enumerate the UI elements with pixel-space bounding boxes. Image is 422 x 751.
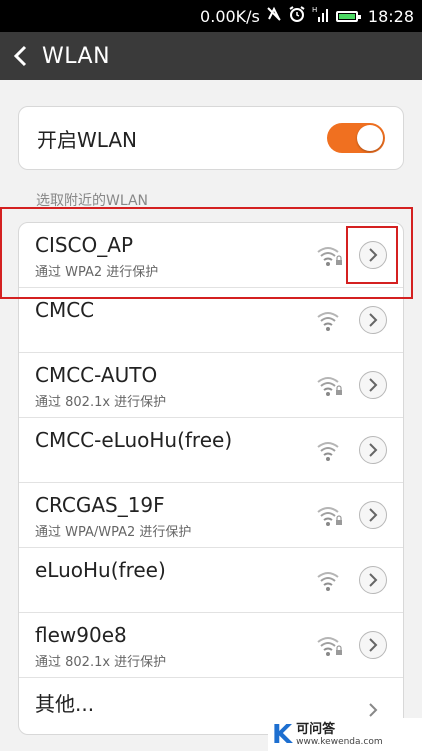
network-name: CMCC-AUTO	[35, 363, 158, 387]
network-name: flew90e8	[35, 623, 127, 647]
wlan-toggle-label: 开启WLAN	[37, 127, 138, 152]
chevron-right-icon	[369, 508, 378, 522]
network-security: 通过 WPA/WPA2 进行保护	[35, 525, 192, 540]
alarm-icon	[288, 5, 306, 27]
network-item[interactable]: CRCGAS_19F 通过 WPA/WPA2 进行保护	[19, 483, 403, 548]
section-label: 选取附近的WLAN	[36, 193, 149, 209]
network-name: CISCO_AP	[35, 233, 134, 257]
status-bar: 0.00K/s H 18:28	[0, 0, 422, 32]
network-list: CISCO_AP 通过 WPA2 进行保护 CMCC CMCC-AUTO 通过 802.…	[18, 222, 404, 735]
page-title: WLAN	[42, 43, 111, 69]
network-detail-button[interactable]	[359, 631, 387, 659]
chevron-right-icon	[369, 248, 378, 262]
network-security: 通过 802.1x 进行保护	[35, 655, 167, 670]
network-speed: 0.00K/s	[200, 6, 260, 26]
network-detail-button[interactable]	[359, 306, 387, 334]
network-item[interactable]: eLuoHu(free)	[19, 548, 403, 613]
wifi-signal-icon	[317, 375, 343, 397]
clock: 18:28	[367, 6, 414, 26]
no-sync-icon	[266, 6, 282, 26]
network-name: eLuoHu(free)	[35, 558, 166, 582]
network-detail-button[interactable]	[359, 566, 387, 594]
wifi-signal-icon	[317, 310, 343, 332]
network-security: 通过 WPA2 进行保护	[35, 265, 159, 280]
signal-icon: H	[312, 5, 330, 27]
network-item[interactable]: CMCC	[19, 288, 403, 353]
network-detail-button[interactable]	[359, 501, 387, 529]
network-detail-button[interactable]	[359, 241, 387, 269]
network-name: CRCGAS_19F	[35, 493, 165, 517]
network-detail-button[interactable]	[359, 436, 387, 464]
other-label: 其他...	[35, 692, 95, 716]
watermark-url: www.kewenda.com	[296, 736, 383, 747]
wifi-signal-icon	[317, 635, 343, 657]
network-item[interactable]: flew90e8 通过 802.1x 进行保护	[19, 613, 403, 678]
wifi-signal-icon	[317, 570, 343, 592]
network-item[interactable]: CISCO_AP 通过 WPA2 进行保护	[19, 223, 403, 288]
chevron-right-icon	[369, 703, 378, 717]
network-item[interactable]: CMCC-eLuoHu(free)	[19, 418, 403, 483]
network-name: CMCC-eLuoHu(free)	[35, 428, 233, 452]
battery-icon	[335, 10, 361, 22]
wifi-signal-icon	[317, 440, 343, 462]
watermark-title: 可问答	[296, 721, 336, 737]
chevron-right-icon	[369, 638, 378, 652]
watermark: K 可问答 www.kewenda.com	[268, 718, 422, 751]
chevron-right-icon	[369, 573, 378, 587]
back-arrow-icon[interactable]	[0, 32, 40, 80]
signal-type-label: H	[312, 6, 317, 14]
watermark-logo: K	[272, 719, 293, 750]
network-security: 通过 802.1x 进行保护	[35, 395, 167, 410]
chevron-right-icon	[369, 313, 378, 327]
network-detail-button[interactable]	[359, 371, 387, 399]
wifi-signal-icon	[317, 505, 343, 527]
wifi-signal-icon	[317, 245, 343, 267]
network-name: CMCC	[35, 298, 95, 322]
network-item[interactable]: CMCC-AUTO 通过 802.1x 进行保护	[19, 353, 403, 418]
chevron-right-icon	[369, 378, 378, 392]
title-bar: WLAN	[0, 32, 422, 80]
wlan-toggle-card: 开启WLAN	[18, 106, 404, 170]
switch-knob	[357, 125, 383, 151]
wlan-switch[interactable]	[327, 123, 385, 153]
chevron-right-icon	[369, 443, 378, 457]
